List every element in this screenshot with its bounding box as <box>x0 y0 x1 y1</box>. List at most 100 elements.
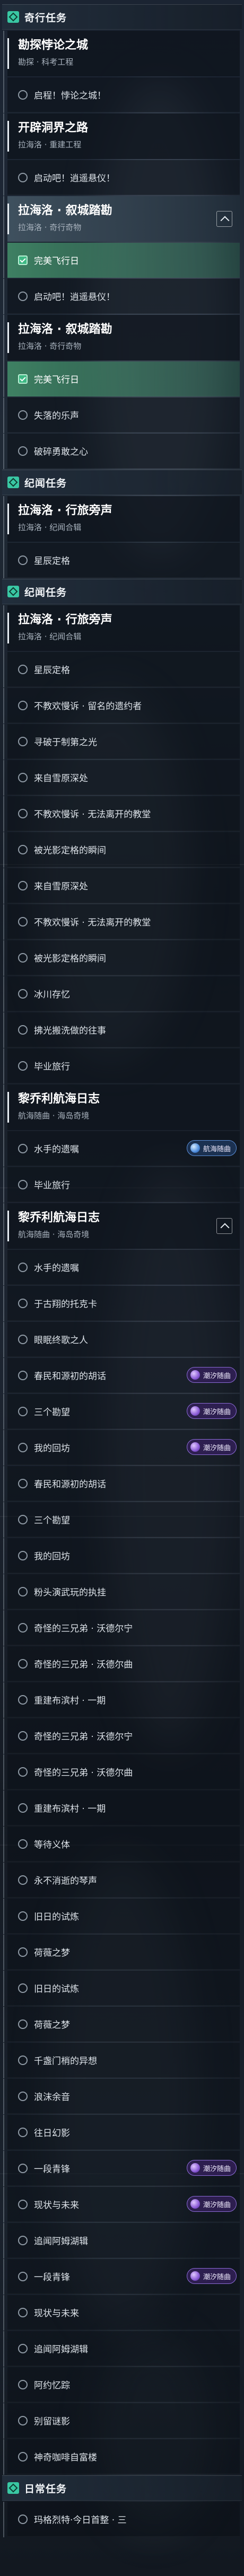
quest-item[interactable]: 完美飞行日 <box>3 361 240 397</box>
quest-item[interactable]: 往日幻影 <box>3 2115 240 2150</box>
quest-item[interactable]: 启动吧！逍遥悬仪！ <box>3 160 240 196</box>
quest-item[interactable]: 来自雪原深处 <box>3 760 240 796</box>
quest-item[interactable]: 春民和源初的胡话 <box>3 1466 240 1502</box>
quest-item[interactable]: 寻破于制第之光 <box>3 724 240 760</box>
quest-status-circle-icon <box>18 1371 28 1380</box>
quest-item-label: 来自雪原深处 <box>34 881 88 892</box>
quest-status-circle-icon <box>18 292 28 301</box>
quest-item[interactable]: 完美飞行日 <box>3 243 240 278</box>
quest-item[interactable]: 别留谜影 <box>3 2403 240 2439</box>
quest-item[interactable]: 追闻阿姆湖辑 <box>3 2331 240 2367</box>
quest-status-circle-icon <box>18 917 28 927</box>
section-header[interactable]: 奇行任务 <box>2 4 242 30</box>
quest-item[interactable]: 奇怪的三兄弟 · 沃德尔宁 <box>3 1610 240 1646</box>
quest-group-card[interactable]: 拉海洛 · 行旅旁声 拉海洛 · 纪闻合辑 <box>3 496 240 543</box>
quest-item-label: 被光影定格的瞬间 <box>34 954 106 964</box>
chevron-up-icon[interactable] <box>216 1218 232 1234</box>
region-badge-label: 潮汐随曲 <box>203 2273 231 2281</box>
quest-item[interactable]: 眼眠终歌之人 <box>3 1322 240 1357</box>
quest-status-circle-icon <box>18 2200 28 2209</box>
quest-group-card[interactable]: 勘探悖论之城 勘探 · 科考工程 <box>3 31 240 77</box>
quest-status-circle-icon <box>18 1947 28 1957</box>
quest-status-circle-icon <box>18 1839 28 1849</box>
quest-item[interactable]: 不教欢慢诉 · 留名的遗约者 <box>3 688 240 724</box>
quest-status-circle-icon <box>18 1551 28 1560</box>
quest-item[interactable]: 千盏门梢的异想 <box>3 2043 240 2078</box>
quest-item[interactable]: 失落的乐声 <box>3 398 240 433</box>
quest-item-label: 我的回坊 <box>34 1551 70 1562</box>
quest-status-circle-icon <box>18 2344 28 2353</box>
region-badge: 航海随曲 <box>186 1140 237 1156</box>
quest-item[interactable]: 启程！悖论之城！ <box>3 77 240 113</box>
quest-item[interactable]: 三个勘望 潮汐随曲 <box>3 1394 240 1430</box>
quest-group-card[interactable]: 黎乔利航海日志 航海随曲 · 海岛奇境 <box>3 1084 240 1131</box>
quest-status-circle-icon <box>18 953 28 963</box>
quest-item[interactable]: 现状与未来 <box>3 2295 240 2331</box>
quest-item-label: 启动吧！逍遥悬仪！ <box>34 173 115 184</box>
quest-item-label: 千盏门梢的异想 <box>34 2056 97 2067</box>
quest-status-circle-icon <box>18 1515 28 1524</box>
quest-item-label: 玛格烈特·今日首整 · 三 <box>34 2515 127 2526</box>
quest-item[interactable]: 毕业旅行 <box>3 1167 240 1203</box>
section-header[interactable]: 纪闻任务 <box>2 470 242 495</box>
quest-group-card[interactable]: 拉海洛 · 叙城踏勘 拉海洛 · 奇行奇物 <box>3 315 240 361</box>
quest-item[interactable]: 我的回坊 潮汐随曲 <box>3 1430 240 1466</box>
quest-item[interactable]: 冰川存忆 <box>3 976 240 1012</box>
quest-group-card[interactable]: 拉海洛 · 叙城踏勘 拉海洛 · 奇行奇物 <box>3 196 240 243</box>
quest-item[interactable]: 现状与未来 潮汐随曲 <box>3 2187 240 2222</box>
section-header[interactable]: 日常任务 <box>2 2475 242 2501</box>
chevron-up-icon[interactable] <box>216 211 232 227</box>
quest-item[interactable]: 永不消逝的琴声 <box>3 1863 240 1898</box>
quest-item[interactable]: 来自雪原深处 <box>3 868 240 904</box>
quest-item[interactable]: 重建布滨村 · 一期 <box>3 1790 240 1826</box>
quest-item[interactable]: 不教欢慢诉 · 无法离开的教堂 <box>3 904 240 940</box>
quest-item-label: 星辰定格 <box>34 556 70 567</box>
quest-item[interactable]: 三个勘望 <box>3 1502 240 1538</box>
quest-item[interactable]: 荷薇之梦 <box>3 2007 240 2042</box>
quest-status-circle-icon <box>18 1025 28 1035</box>
quest-item[interactable]: 毕业旅行 <box>3 1048 240 1084</box>
section-header[interactable]: 纪闻任务 <box>2 579 242 604</box>
quest-item[interactable]: 被光影定格的瞬间 <box>3 940 240 976</box>
quest-item-label: 完美飞行日 <box>34 256 79 267</box>
quest-status-circle-icon <box>18 2452 28 2462</box>
quest-item[interactable]: 奇怪的三兄弟 · 沃德尔曲 <box>3 1646 240 1682</box>
quest-item[interactable]: 春民和源初的胡话 潮汐随曲 <box>3 1358 240 1393</box>
quest-item[interactable]: 旧日的试炼 <box>3 1899 240 1934</box>
quest-item[interactable]: 粉头演武玩的执挂 <box>3 1574 240 1610</box>
quest-item[interactable]: 水手的遗嘱 航海随曲 <box>3 1131 240 1167</box>
quest-group-subtitle: 航海随曲 · 海岛奇境 <box>18 1111 90 1121</box>
quest-group-card[interactable]: 拉海洛 · 行旅旁声 拉海洛 · 纪闻合辑 <box>3 605 240 652</box>
quest-status-circle-icon <box>18 1767 28 1777</box>
quest-item-label: 水手的遗嘱 <box>34 1263 79 1274</box>
quest-item[interactable]: 启动吧！逍遥悬仪！ <box>3 279 240 314</box>
quest-item[interactable]: 重建布滨村 · 一期 <box>3 1682 240 1718</box>
quest-item[interactable]: 拂光搬洗做的往事 <box>3 1012 240 1048</box>
quest-item[interactable]: 我的回坊 <box>3 1538 240 1574</box>
quest-group-title: 拉海洛 · 行旅旁声 <box>18 613 112 627</box>
quest-item[interactable]: 奇怪的三兄弟 · 沃德尔宁 <box>3 1718 240 1754</box>
quest-item[interactable]: 神奇咖啡自富楼 <box>3 2439 240 2475</box>
quest-item-label: 三个勘望 <box>34 1407 70 1418</box>
quest-item[interactable]: 一段青锋 潮汐随曲 <box>3 2259 240 2295</box>
quest-group-card[interactable]: 黎乔利航海日志 航海随曲 · 海岛奇境 <box>3 1203 240 1250</box>
quest-item[interactable]: 追闻阿姆湖辑 <box>3 2223 240 2259</box>
quest-item[interactable]: 于古翔的托克卡 <box>3 1286 240 1321</box>
quest-status-circle-icon <box>18 1479 28 1488</box>
quest-item[interactable]: 玛格烈特·今日首整 · 三 <box>3 2502 240 2537</box>
quest-group-card[interactable]: 开辟洞界之路 拉海洛 · 重建工程 <box>3 113 240 160</box>
quest-item[interactable]: 奇怪的三兄弟 · 沃德尔曲 <box>3 1754 240 1790</box>
quest-item[interactable]: 被光影定格的瞬间 <box>3 832 240 868</box>
quest-item[interactable]: 一段青锋 潮汐随曲 <box>3 2151 240 2186</box>
quest-status-circle-icon <box>18 1335 28 1344</box>
quest-item[interactable]: 荷薇之梦 <box>3 1935 240 1970</box>
quest-item[interactable]: 旧日的试炼 <box>3 1971 240 2006</box>
quest-item[interactable]: 水手的遗嘱 <box>3 1250 240 1285</box>
quest-item[interactable]: 星辰定格 <box>3 543 240 578</box>
quest-item[interactable]: 等待义体 <box>3 1827 240 1862</box>
quest-item[interactable]: 破碎勇敢之心 <box>3 434 240 469</box>
quest-item[interactable]: 浪沫余音 <box>3 2079 240 2114</box>
quest-item[interactable]: 星辰定格 <box>3 652 240 687</box>
quest-item[interactable]: 阿约忆踪 <box>3 2367 240 2403</box>
quest-item[interactable]: 不教欢慢诉 · 无法离开的教堂 <box>3 796 240 832</box>
